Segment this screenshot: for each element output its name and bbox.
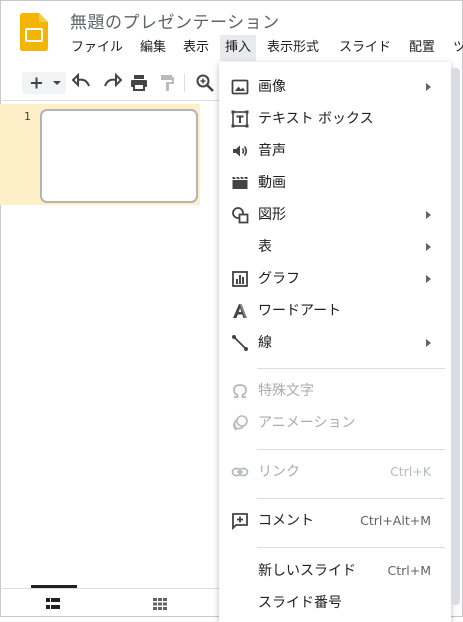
insert-menu-label: 音声 [258, 143, 286, 159]
print-icon [131, 75, 147, 91]
insert-menu-item-image[interactable]: 画像 [219, 72, 451, 102]
chart-icon [232, 271, 248, 287]
audio-icon [233, 145, 248, 157]
menu-separator [257, 368, 445, 369]
menu-edit[interactable]: 編集 [135, 35, 171, 61]
insert-menu-item-special-characters[interactable]: 特殊文字 [219, 376, 451, 406]
insert-menu-label: 特殊文字 [258, 383, 314, 399]
line-icon [232, 335, 248, 351]
triangle-down-icon [53, 81, 61, 85]
paint-format-button[interactable] [156, 72, 178, 94]
insert-menu-item-shape[interactable]: 図形 [219, 200, 451, 230]
insert-menu-label: グラフ [258, 271, 300, 287]
menu-insert[interactable]: 挿入 [220, 35, 257, 61]
print-button[interactable] [128, 72, 150, 94]
text-box-icon [231, 110, 249, 128]
insert-menu-item-video[interactable]: 動画 [219, 168, 451, 198]
insert-menu-item-chart[interactable]: グラフ [219, 264, 451, 294]
insert-menu-label: 新しいスライド [258, 563, 356, 579]
active-view-indicator [31, 585, 77, 588]
plus-icon [31, 77, 42, 89]
new-slide-button[interactable] [22, 72, 66, 94]
insert-menu-label: 線 [258, 335, 272, 351]
insert-menu-item-new-slide[interactable]: 新しいスライド Ctrl+M [219, 556, 451, 586]
insert-menu-item-word-art[interactable]: ワードアート [219, 296, 451, 326]
insert-menu-label: 表 [258, 239, 272, 255]
insert-menu-item-animation[interactable]: アニメーション [219, 408, 451, 438]
menu-separator [257, 449, 445, 450]
submenu-arrow-icon [426, 275, 431, 283]
menu-arrange[interactable]: 配置 [404, 35, 440, 61]
insert-menu-label: リンク [258, 464, 300, 480]
insert-menu-label: スライド番号 [258, 595, 342, 611]
slide-number: 1 [24, 110, 31, 123]
insert-menu-item-table[interactable]: 表 [219, 232, 451, 262]
insert-menu-label: アニメーション [258, 415, 356, 431]
word-art-icon [233, 304, 247, 318]
insert-menu-label: 図形 [258, 207, 286, 223]
undo-button[interactable] [72, 72, 94, 94]
insert-menu-item-slide-numbers[interactable]: スライド番号 [219, 588, 451, 618]
insert-menu-item-comment[interactable]: コメント Ctrl+Alt+M [219, 506, 451, 536]
menu-slide[interactable]: スライド [334, 35, 396, 61]
submenu-arrow-icon [426, 339, 431, 347]
insert-menu-item-audio[interactable]: 音声 [219, 136, 451, 166]
grid-view-icon[interactable] [153, 598, 167, 610]
submenu-arrow-icon [426, 211, 431, 219]
insert-menu-item-text-box[interactable]: テキスト ボックス [219, 104, 451, 134]
filmstrip-bottom-divider [0, 588, 220, 589]
menu-separator [257, 498, 445, 499]
submenu-arrow-icon [426, 243, 431, 251]
link-icon [231, 467, 249, 477]
insert-menu-label: コメント [258, 513, 314, 529]
undo-icon [72, 72, 90, 88]
toolbar-divider-line [0, 100, 220, 101]
redo-button[interactable] [100, 72, 122, 94]
insert-menu-label: テキスト ボックス [258, 111, 374, 127]
paint-format-icon [161, 75, 174, 91]
zoom-button[interactable] [194, 72, 216, 94]
document-title[interactable]: 無題のプレゼンテーション [70, 8, 280, 33]
shape-icon [232, 207, 249, 224]
toolbar-divider [184, 74, 185, 92]
insert-menu-item-link[interactable]: リンク Ctrl+K [219, 457, 451, 487]
insert-menu-item-line[interactable]: 線 [219, 328, 451, 358]
redo-icon [104, 72, 122, 88]
menu-scrollbar[interactable] [451, 68, 460, 605]
slide-thumbnail[interactable] [40, 109, 198, 203]
shortcut-label: Ctrl+Alt+M [360, 513, 431, 528]
insert-menu-label: 動画 [258, 175, 286, 191]
menu-format[interactable]: 表示形式 [262, 35, 324, 61]
insert-menu-dropdown: 画像 テキスト ボックス 音声 動画 図形 表 グラフ ワードアート 線 特殊文… [219, 62, 451, 622]
shortcut-label: Ctrl+M [387, 563, 432, 578]
menu-separator [257, 547, 445, 548]
menu-file[interactable]: ファイル [66, 35, 128, 61]
insert-menu-label: ワードアート [258, 303, 342, 319]
comment-icon [232, 513, 248, 530]
slides-logo-icon[interactable] [20, 13, 48, 51]
shortcut-label: Ctrl+K [390, 464, 431, 479]
insert-menu-label: 画像 [258, 79, 286, 95]
zoom-icon [196, 74, 214, 92]
menu-tools[interactable]: ツ [448, 35, 463, 61]
image-icon [231, 79, 249, 95]
menu-view[interactable]: 表示 [178, 35, 214, 61]
video-icon [232, 176, 248, 189]
animation-icon [233, 415, 248, 431]
submenu-arrow-icon [426, 83, 431, 91]
omega-icon [233, 384, 247, 398]
filmstrip-view-icon[interactable] [46, 598, 60, 610]
